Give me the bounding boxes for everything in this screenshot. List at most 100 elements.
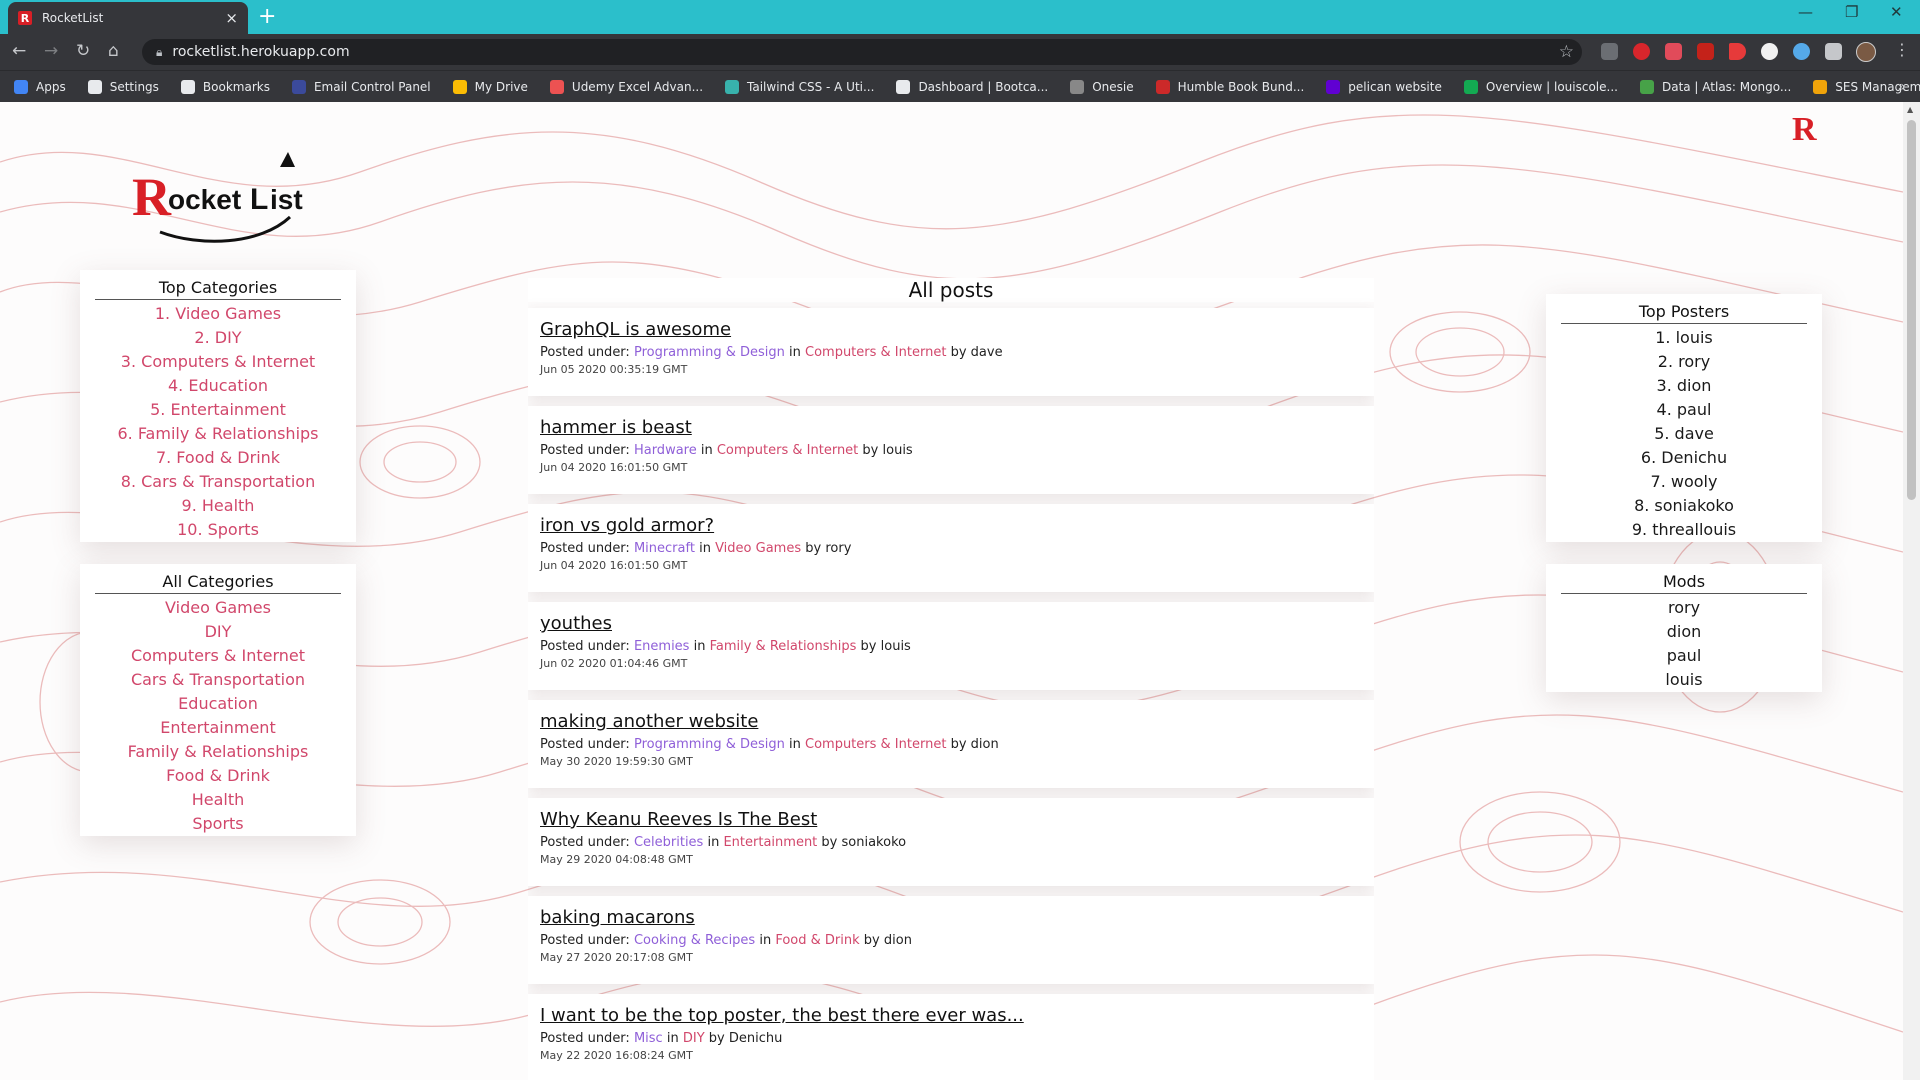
category-link[interactable]: Entertainment bbox=[80, 716, 356, 740]
post-title-link[interactable]: making another website bbox=[540, 710, 1362, 734]
post-title-link[interactable]: youthes bbox=[540, 612, 1362, 636]
bookmark-item[interactable]: Email Control Panel bbox=[291, 79, 431, 94]
extension-icon[interactable] bbox=[1761, 43, 1778, 60]
back-arrow-icon[interactable]: ← bbox=[12, 40, 26, 62]
close-tab-icon[interactable]: × bbox=[225, 9, 238, 27]
category-link[interactable]: Food & Drink bbox=[80, 764, 356, 788]
category-link[interactable]: DIY bbox=[683, 1031, 705, 1046]
yahoo-icon bbox=[1326, 79, 1341, 94]
post-title-link[interactable]: I want to be the top poster, the best th… bbox=[540, 1004, 1362, 1028]
forward-arrow-icon[interactable]: → bbox=[44, 40, 58, 62]
category-link[interactable]: 8. Cars & Transportation bbox=[80, 470, 356, 494]
category-link[interactable]: Computers & Internet bbox=[717, 443, 858, 458]
corner-logo-icon[interactable]: R bbox=[1790, 110, 1826, 144]
bookmark-item[interactable]: pelican website bbox=[1326, 79, 1442, 94]
scrollbar-thumb[interactable] bbox=[1907, 120, 1916, 500]
category-link[interactable]: Sports bbox=[80, 812, 356, 836]
browser-tab[interactable]: R RocketList × bbox=[8, 2, 248, 34]
bookmark-item[interactable]: Humble Book Bund... bbox=[1155, 79, 1304, 94]
subcategory-link[interactable]: Celebrities bbox=[634, 835, 703, 850]
subcategory-link[interactable]: Programming & Design bbox=[634, 345, 785, 360]
category-link[interactable]: 4. Education bbox=[80, 374, 356, 398]
bookmark-item[interactable]: Dashboard | Bootca... bbox=[896, 79, 1048, 94]
bookmark-item[interactable]: Onesie bbox=[1070, 79, 1134, 94]
category-link[interactable]: 2. DIY bbox=[80, 326, 356, 350]
bookmark-item[interactable]: Overview | louiscole... bbox=[1463, 79, 1618, 94]
subcategory-link[interactable]: Minecraft bbox=[634, 541, 695, 556]
category-link[interactable]: Cars & Transportation bbox=[80, 668, 356, 692]
github-icon bbox=[896, 79, 911, 94]
extension-icon[interactable] bbox=[1665, 43, 1682, 60]
bookmark-item[interactable]: Bookmarks bbox=[180, 79, 270, 94]
page-scrollbar[interactable]: ▲ bbox=[1903, 102, 1920, 1080]
bookmark-item[interactable]: Tailwind CSS - A Uti... bbox=[725, 79, 874, 94]
post-title-link[interactable]: iron vs gold armor? bbox=[540, 514, 1362, 538]
bookmark-star-icon[interactable]: ☆ bbox=[1559, 42, 1574, 62]
pdf-extension-icon[interactable] bbox=[1697, 43, 1714, 60]
puzzle-extensions-icon[interactable] bbox=[1825, 43, 1842, 60]
lock-icon: 🔒︎ bbox=[156, 44, 163, 59]
category-link[interactable]: Food & Drink bbox=[775, 933, 859, 948]
category-link[interactable]: 10. Sports bbox=[80, 518, 356, 542]
category-link[interactable]: Computers & Internet bbox=[80, 644, 356, 668]
post-title-link[interactable]: GraphQL is awesome bbox=[540, 318, 1362, 342]
address-bar[interactable]: 🔒︎ rocketlist.herokuapp.com ☆ bbox=[142, 39, 1582, 65]
bookmark-item[interactable]: Apps bbox=[14, 79, 66, 94]
bookmark-label: My Drive bbox=[474, 79, 528, 94]
home-icon[interactable]: ⌂ bbox=[108, 40, 119, 62]
subcategory-link[interactable]: Misc bbox=[634, 1031, 663, 1046]
category-link[interactable]: 5. Entertainment bbox=[80, 398, 356, 422]
subcategory-link[interactable]: Programming & Design bbox=[634, 737, 785, 752]
new-tab-button[interactable]: + bbox=[258, 4, 276, 30]
bookmark-item[interactable]: Settings bbox=[87, 79, 159, 94]
subcategory-link[interactable]: Cooking & Recipes bbox=[634, 933, 755, 948]
scroll-up-arrow-icon[interactable]: ▲ bbox=[1907, 105, 1913, 114]
post-title-link[interactable]: Why Keanu Reeves Is The Best bbox=[540, 808, 1362, 832]
bookmark-item[interactable]: My Drive bbox=[452, 79, 528, 94]
react-devtools-icon[interactable] bbox=[1793, 43, 1810, 60]
category-link[interactable]: DIY bbox=[80, 620, 356, 644]
bookmark-item[interactable]: Data | Atlas: Mongo... bbox=[1639, 79, 1791, 94]
profile-avatar[interactable] bbox=[1856, 42, 1876, 62]
category-link[interactable]: 7. Food & Drink bbox=[80, 446, 356, 470]
category-link[interactable]: 6. Family & Relationships bbox=[80, 422, 356, 446]
post-title-link[interactable]: hammer is beast bbox=[540, 416, 1362, 440]
extension-icon[interactable] bbox=[1601, 43, 1618, 60]
svg-text:R: R bbox=[132, 167, 172, 227]
category-link[interactable]: Video Games bbox=[80, 596, 356, 620]
post-date: May 30 2020 19:59:30 GMT bbox=[540, 755, 693, 768]
restore-button[interactable]: ❐ bbox=[1845, 3, 1858, 21]
by-label: by bbox=[708, 1031, 725, 1046]
category-link[interactable]: Video Games bbox=[715, 541, 801, 556]
subcategory-link[interactable]: Hardware bbox=[634, 443, 697, 458]
rocketlist-logo[interactable]: R ocket L ist bbox=[130, 147, 330, 247]
bookmark-item[interactable]: Udemy Excel Advan... bbox=[549, 79, 703, 94]
post-meta: Posted under: Cooking & Recipes in Food … bbox=[540, 932, 1362, 950]
close-window-button[interactable]: ✕ bbox=[1890, 3, 1903, 21]
category-link[interactable]: 1. Video Games bbox=[80, 302, 356, 326]
category-link[interactable]: Computers & Internet bbox=[805, 345, 946, 360]
post-title-link[interactable]: baking macarons bbox=[540, 906, 1362, 930]
menu-kebab-icon[interactable]: ⋮ bbox=[1894, 40, 1910, 59]
extension-icon[interactable] bbox=[1633, 43, 1650, 60]
reload-icon[interactable]: ↻ bbox=[76, 40, 90, 62]
category-link[interactable]: Family & Relationships bbox=[80, 740, 356, 764]
post-meta: Posted under: Programming & Design in Co… bbox=[540, 736, 1362, 754]
subcategory-link[interactable]: Enemies bbox=[634, 639, 690, 654]
category-link[interactable]: Education bbox=[80, 692, 356, 716]
category-link[interactable]: Family & Relationships bbox=[710, 639, 857, 654]
mods-title: Mods bbox=[1561, 564, 1807, 594]
category-link[interactable]: 9. Health bbox=[80, 494, 356, 518]
category-link[interactable]: Health bbox=[80, 788, 356, 812]
extension-icon[interactable] bbox=[1729, 43, 1746, 60]
bookmarks-overflow-icon[interactable]: » bbox=[1897, 79, 1906, 95]
posted-under-label: Posted under: bbox=[540, 541, 630, 556]
aws-icon bbox=[1813, 79, 1828, 94]
bookmark-label: Settings bbox=[109, 79, 159, 94]
minimize-button[interactable]: — bbox=[1798, 3, 1813, 21]
url-text[interactable]: rocketlist.herokuapp.com bbox=[172, 44, 1558, 60]
mod-item: louis bbox=[1665, 670, 1703, 689]
category-link[interactable]: Entertainment bbox=[723, 835, 817, 850]
category-link[interactable]: 3. Computers & Internet bbox=[80, 350, 356, 374]
category-link[interactable]: Computers & Internet bbox=[805, 737, 946, 752]
